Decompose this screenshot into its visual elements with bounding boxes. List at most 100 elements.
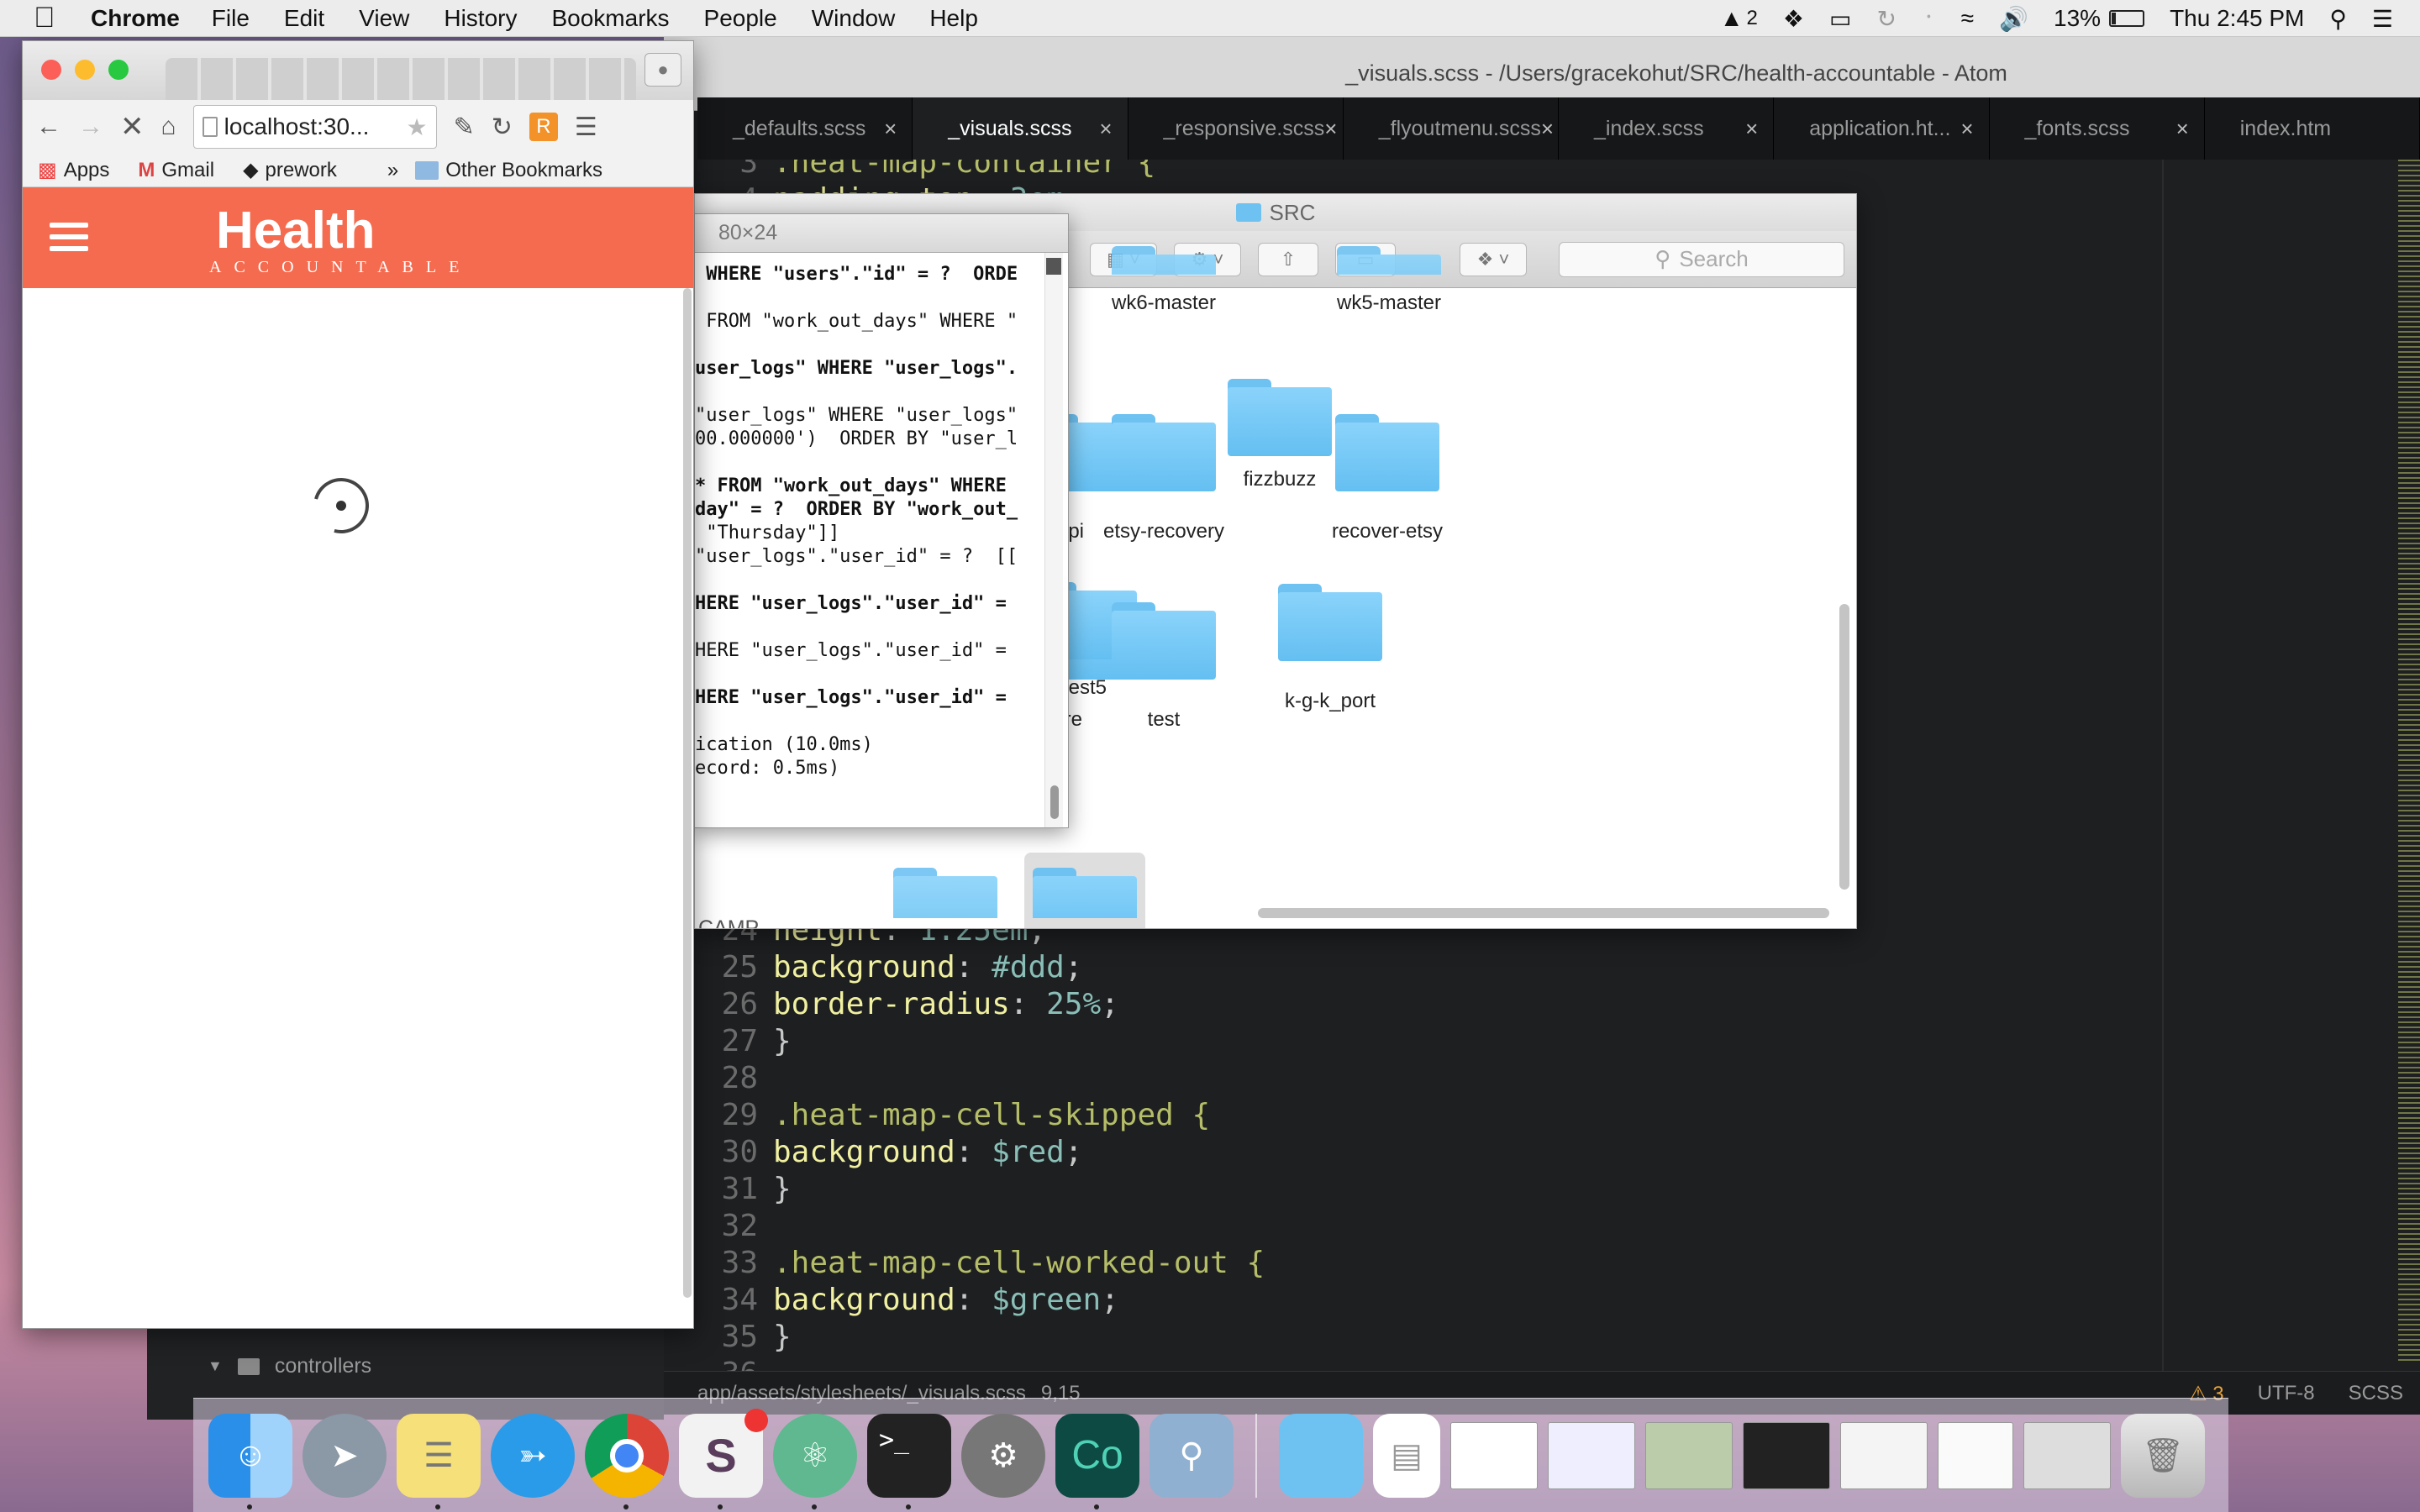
close-window-button[interactable] (41, 60, 61, 80)
close-icon[interactable]: × (1324, 116, 1337, 142)
finder-search-field[interactable]: ⚲ Search (1559, 241, 1844, 277)
menu-app-name[interactable]: Chrome (91, 5, 180, 32)
recent-window-thumbnail[interactable] (1645, 1421, 1733, 1489)
folder-item-selected[interactable]: health-accountable (976, 868, 1194, 928)
line-number: 34 (721, 1283, 758, 1317)
code-line: 26 border-radius: 25%; (697, 986, 1265, 1023)
tab-defaults[interactable]: _defaults.scss × (697, 97, 913, 160)
airplay-icon[interactable]: ▭ (1829, 5, 1851, 33)
bookmarks-overflow-icon[interactable]: » (387, 159, 398, 182)
battery-icon[interactable] (2109, 10, 2145, 27)
menu-edit[interactable]: Edit (284, 5, 324, 32)
code-icon[interactable]: Co (1055, 1413, 1139, 1509)
menu-history[interactable]: History (444, 5, 517, 32)
tab-responsive[interactable]: _responsive.scss × (1128, 97, 1344, 160)
spotlight-icon[interactable]: ⚲ (2329, 5, 2347, 33)
document-icon[interactable]: ▤ (1373, 1413, 1440, 1498)
stop-icon[interactable]: ✕ (120, 110, 145, 144)
notes-icon[interactable]: ☰ (397, 1413, 481, 1509)
recent-window-thumbnail[interactable] (1840, 1421, 1928, 1489)
time-machine-icon[interactable]: ↻ (1876, 5, 1896, 33)
zoom-window-button[interactable] (108, 60, 129, 80)
bookmark-other[interactable]: Other Bookmarks (415, 159, 602, 182)
safari-icon[interactable]: ➳ (491, 1413, 575, 1498)
minimize-window-button[interactable] (75, 60, 95, 80)
battery-percent[interactable]: 13% (2054, 5, 2101, 32)
vertical-scrollbar[interactable] (1839, 604, 1849, 890)
folder-item[interactable]: recover-etsy (1278, 414, 1497, 543)
notification-badge (744, 1408, 768, 1432)
status-encoding[interactable]: UTF-8 (2258, 1382, 2315, 1405)
slack-icon[interactable]: S (679, 1408, 768, 1509)
close-icon[interactable]: × (2176, 116, 2189, 142)
system-preferences-icon[interactable]: ⚙ (961, 1413, 1045, 1498)
menu-window[interactable]: Window (812, 5, 896, 32)
menu-view[interactable]: View (359, 5, 409, 32)
minimap[interactable] (2398, 160, 2420, 1364)
menu-bookmarks[interactable]: Bookmarks (551, 5, 669, 32)
tab-fonts[interactable]: _fonts.scss × (1990, 97, 2205, 160)
profile-icon[interactable]: ● (644, 53, 681, 87)
atom-icon[interactable]: ⚛ (773, 1413, 857, 1509)
close-icon[interactable]: × (1960, 116, 1973, 142)
tree-folder-controllers[interactable]: ▼ controllers (208, 1354, 371, 1378)
eyedropper-icon[interactable]: ✎ (454, 113, 475, 142)
preview-icon[interactable]: ⚲ (1150, 1413, 1234, 1498)
bookmark-prework[interactable]: ◆ prework (243, 158, 337, 182)
close-icon[interactable]: × (1745, 116, 1758, 142)
tab-application[interactable]: application.ht... × (1774, 97, 1990, 160)
split-pane-icon[interactable] (1046, 258, 1061, 275)
menu-people[interactable]: People (704, 5, 777, 32)
trash-icon[interactable]: 🗑 (2121, 1413, 2205, 1498)
home-icon[interactable]: ⌂ (161, 113, 176, 141)
notification-center-icon[interactable]: ☰ (2372, 5, 2393, 33)
folder-item[interactable]: k-g-k_port (1221, 584, 1439, 713)
tab-index[interactable]: _index.scss × (1559, 97, 1775, 160)
recent-window-thumbnail[interactable] (1743, 1421, 1830, 1489)
folder-item[interactable]: wk5-master (1280, 246, 1498, 315)
bookmark-apps[interactable]: ▩ Apps (38, 158, 109, 182)
terminal-output[interactable]: WHERE "users"."id" = ? ORDE FROM "work_o… (695, 253, 1068, 780)
recent-window-thumbnail[interactable] (2023, 1421, 2111, 1489)
close-icon[interactable]: × (884, 116, 897, 142)
folder-item[interactable]: wk6-master (1055, 246, 1273, 315)
terminal-icon[interactable]: >_ (867, 1413, 951, 1509)
chrome-icon[interactable] (585, 1413, 669, 1509)
finder-icon[interactable]: ☺ (208, 1413, 292, 1509)
bookmark-gmail[interactable]: M Gmail (138, 159, 214, 182)
status-grammar[interactable]: SCSS (2349, 1382, 2403, 1405)
star-icon[interactable]: ★ (407, 113, 428, 141)
dropbox-icon[interactable]: ❖ (1783, 5, 1804, 33)
close-icon[interactable]: × (1099, 116, 1112, 142)
horizontal-scrollbar[interactable] (1258, 908, 1829, 918)
bluetooth-icon[interactable]: ᛫ (1922, 5, 1936, 32)
code-value: $red (992, 1135, 1065, 1169)
hamburger-menu-icon[interactable] (50, 223, 88, 251)
recent-window-thumbnail[interactable] (1938, 1421, 2013, 1489)
rss-extension-icon[interactable]: R (529, 113, 558, 141)
back-icon[interactable]: ← (36, 113, 61, 141)
reload-extension-icon[interactable]: ↻ (492, 113, 513, 142)
menu-help[interactable]: Help (929, 5, 978, 32)
wifi-icon[interactable]: ≈ (1961, 5, 1974, 32)
adobe-icon[interactable]: ▲ 2 (1720, 5, 1758, 32)
menu-file[interactable]: File (212, 5, 250, 32)
menu-icon[interactable]: ☰ (575, 113, 597, 142)
menu-clock[interactable]: Thu 2:45 PM (2170, 5, 2304, 32)
recent-window-thumbnail[interactable] (1548, 1421, 1635, 1489)
launchpad-icon[interactable]: ➤ (302, 1413, 387, 1498)
close-icon[interactable]: × (1541, 116, 1554, 142)
sidebar-label[interactable]: CAMP (695, 916, 759, 928)
apple-icon[interactable]:  (34, 2, 67, 34)
tab-flyoutmenu[interactable]: _flyoutmenu.scss × (1344, 97, 1559, 160)
recent-window-thumbnail[interactable] (1450, 1421, 1538, 1489)
tab-visuals[interactable]: _visuals.scss × (913, 97, 1128, 160)
forward-icon[interactable]: → (78, 113, 103, 141)
chrome-tabs[interactable] (166, 58, 636, 100)
tab-index-html[interactable]: index.htm (2205, 97, 2420, 160)
downloads-folder-icon[interactable] (1279, 1413, 1363, 1498)
volume-icon[interactable]: 🔊 (1999, 5, 2028, 33)
terminal-scrollbar[interactable] (1044, 253, 1063, 827)
address-bar[interactable]: localhost:30... ★ (192, 105, 437, 149)
page-scrollbar[interactable] (683, 288, 692, 1298)
